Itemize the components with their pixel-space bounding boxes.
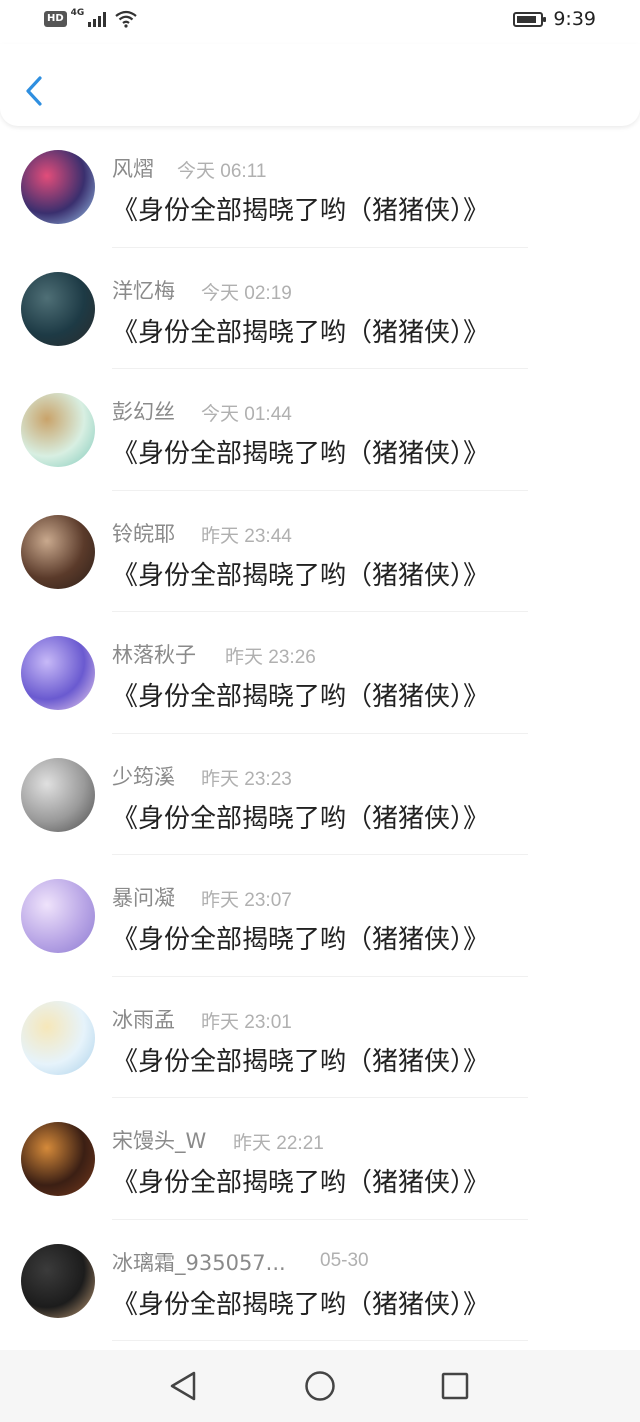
user-name[interactable]: 冰雨孟 [112, 1004, 175, 1034]
user-name[interactable]: 铃皖耶 [112, 518, 175, 548]
nav-back-button[interactable] [164, 1368, 204, 1404]
timestamp: 昨天 22:21 [233, 1133, 324, 1154]
message-text: 《身份全部揭晓了哟（猪猪侠）》 [112, 803, 490, 834]
message-text: 《身份全部揭晓了哟（猪猪侠）》 [112, 1168, 490, 1198]
list-item[interactable]: 宋馒头_W 昨天 22:21 《身份全部揭晓了哟（猪猪侠）》 [0, 1098, 640, 1220]
user-name[interactable]: 洋忆梅 [112, 275, 175, 305]
timestamp: 昨天 23:07 [201, 890, 292, 911]
user-name[interactable]: 冰璃霜_935057... [112, 1247, 286, 1277]
message-text: 《身份全部揭晓了哟（猪猪侠）》 [112, 925, 490, 955]
row-divider [112, 1340, 528, 1341]
avatar[interactable] [21, 514, 95, 589]
nav-recents-button[interactable] [435, 1368, 475, 1404]
battery-icon [513, 11, 547, 27]
list-item[interactable]: 风熠 今天 06:11 《身份全部揭晓了哟（猪猪侠）》 [0, 126, 640, 248]
nav-home-button[interactable] [300, 1368, 340, 1404]
chevron-left-icon [26, 76, 42, 106]
system-nav-bar [0, 1350, 640, 1422]
message-text: 《身份全部揭晓了哟（猪猪侠）》 [112, 1046, 490, 1077]
list-item[interactable]: 洋忆梅 今天 02:19 《身份全部揭晓了哟（猪猪侠）》 [0, 248, 640, 369]
user-name[interactable]: 风熠 [112, 153, 154, 183]
avatar[interactable] [21, 879, 95, 953]
clock-time: 9:39 [553, 8, 596, 30]
signal-icon [88, 11, 107, 27]
timestamp: 昨天 23:23 [201, 768, 292, 790]
user-name[interactable]: 暴问凝 [112, 882, 175, 912]
timestamp: 昨天 23:44 [201, 525, 292, 547]
message-text: 《身份全部揭晓了哟（猪猪侠）》 [112, 682, 490, 712]
battery-fill [517, 15, 537, 23]
network-type: 4G [70, 8, 85, 18]
list-item[interactable]: 少筠溪 昨天 23:23 《身份全部揭晓了哟（猪猪侠）》 [0, 734, 640, 855]
status-left: HD 4G [44, 8, 138, 28]
avatar[interactable] [21, 1122, 95, 1196]
hd-badge: HD [44, 11, 67, 27]
user-name[interactable]: 林落秋子 [112, 639, 196, 669]
user-name[interactable]: 彭幻丝 [112, 396, 175, 426]
user-name[interactable]: 少筠溪 [112, 761, 175, 791]
avatar[interactable] [21, 1000, 95, 1075]
wifi-icon [115, 10, 138, 28]
avatar[interactable] [21, 757, 95, 832]
avatar[interactable] [21, 636, 95, 710]
avatar[interactable] [21, 393, 95, 467]
list-item[interactable]: 暴问凝 昨天 23:07 《身份全部揭晓了哟（猪猪侠）》 [0, 855, 640, 977]
user-name[interactable]: 宋馒头_W [112, 1125, 206, 1155]
square-recents-icon [441, 1372, 469, 1400]
message-text: 《身份全部揭晓了哟（猪猪侠）》 [112, 1289, 490, 1320]
message-list: 风熠 今天 06:11 《身份全部揭晓了哟（猪猪侠）》 洋忆梅 今天 02:19 《身份全… [0, 126, 640, 1341]
timestamp: 昨天 23:01 [201, 1011, 292, 1033]
message-text: 《身份全部揭晓了哟（猪猪侠）》 [112, 560, 490, 591]
timestamp: 今天 01:44 [201, 404, 292, 425]
list-item[interactable]: 彭幻丝 今天 01:44 《身份全部揭晓了哟（猪猪侠）》 [0, 369, 640, 491]
avatar[interactable] [21, 271, 95, 346]
back-button[interactable] [18, 70, 54, 110]
timestamp: 05-30 [320, 1249, 369, 1271]
list-item[interactable]: 林落秋子 昨天 23:26 《身份全部揭晓了哟（猪猪侠）》 [0, 612, 640, 734]
timestamp: 今天 06:11 [177, 161, 267, 182]
status-right: 9:39 [513, 8, 596, 30]
status-bar: HD 4G 9:39 [0, 0, 640, 44]
app-header [0, 44, 640, 126]
timestamp: 昨天 23:26 [225, 647, 316, 668]
list-item[interactable]: 冰雨孟 昨天 23:01 《身份全部揭晓了哟（猪猪侠）》 [0, 977, 640, 1098]
list-item[interactable]: 冰璃霜_935057... 05-30 《身份全部揭晓了哟（猪猪侠）》 [0, 1220, 640, 1341]
circle-home-icon [305, 1371, 335, 1401]
triangle-back-icon [170, 1371, 196, 1401]
avatar[interactable] [21, 1243, 95, 1318]
message-text: 《身份全部揭晓了哟（猪猪侠）》 [112, 196, 490, 226]
timestamp: 今天 02:19 [201, 282, 292, 304]
avatar[interactable] [21, 150, 95, 224]
message-text: 《身份全部揭晓了哟（猪猪侠）》 [112, 317, 490, 348]
list-item[interactable]: 铃皖耶 昨天 23:44 《身份全部揭晓了哟（猪猪侠）》 [0, 491, 640, 612]
message-text: 《身份全部揭晓了哟（猪猪侠）》 [112, 439, 490, 469]
